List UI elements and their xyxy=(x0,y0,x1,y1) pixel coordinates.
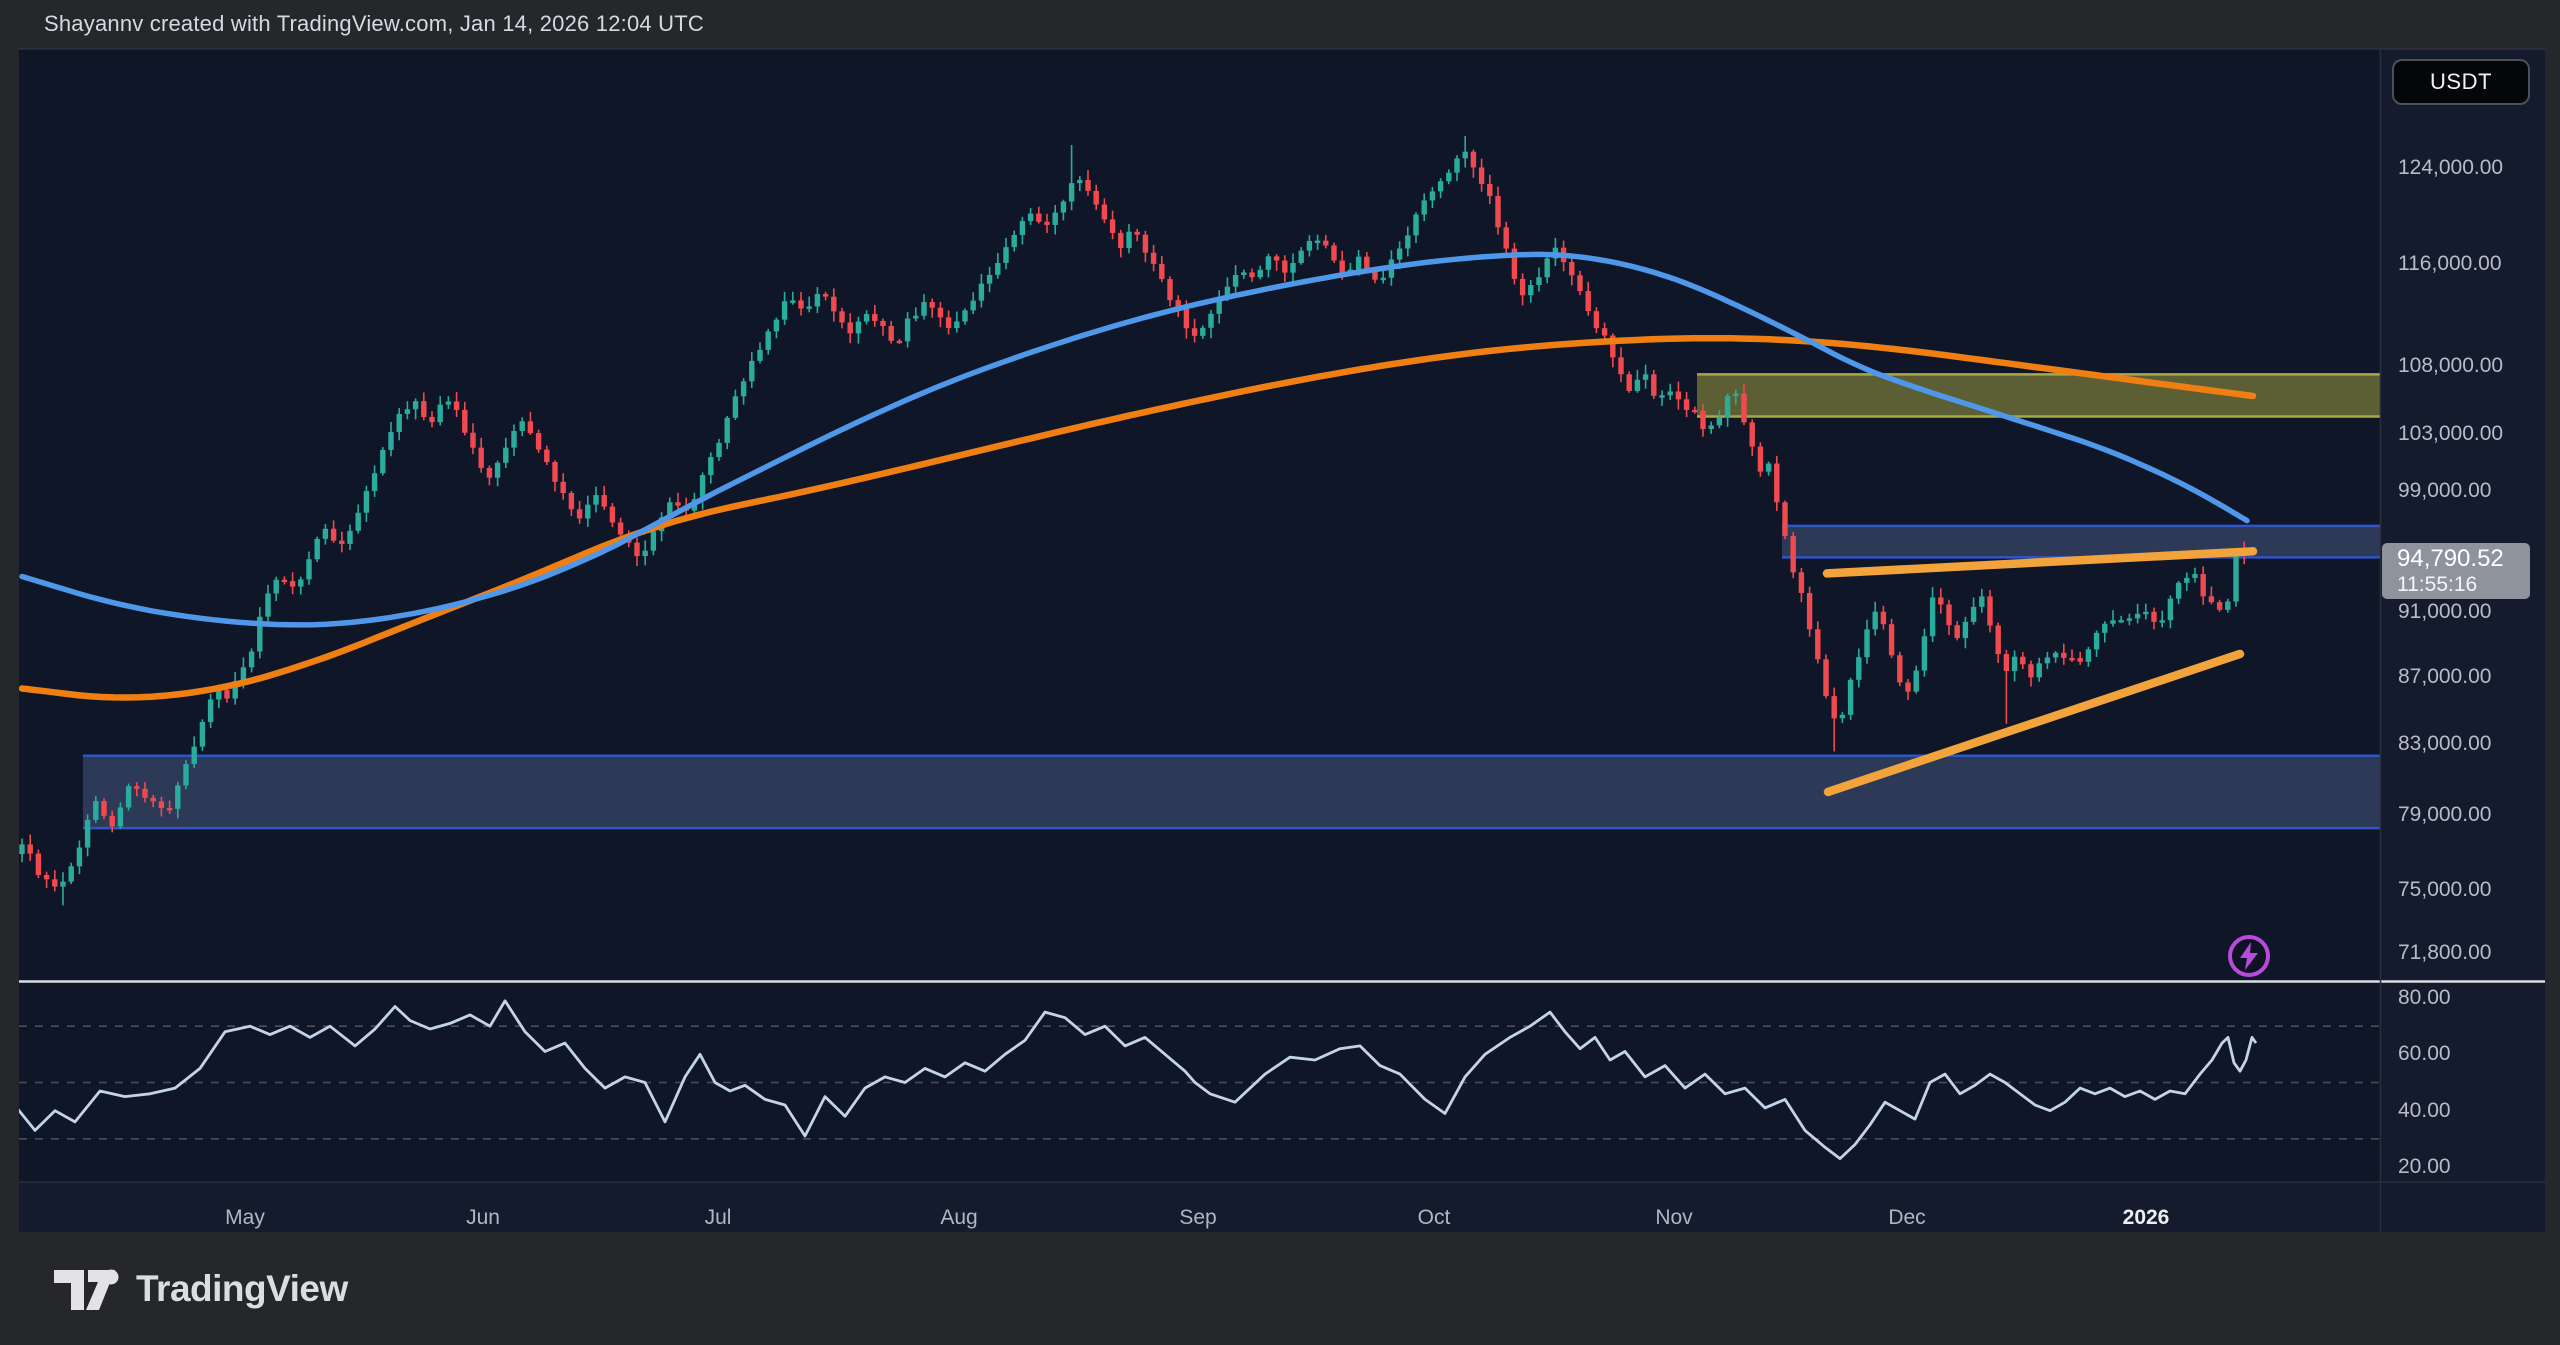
time-axis-label-2026: 2026 xyxy=(2123,1206,2170,1230)
footer-bar: TradingView xyxy=(0,1232,2560,1345)
time-axis-label-may: May xyxy=(225,1206,265,1230)
tradingview-logo[interactable]: TradingView xyxy=(0,1264,348,1314)
price-tick-label: 124,000.00 xyxy=(2398,156,2503,180)
rsi-tick-label: 80.00 xyxy=(2398,986,2451,1010)
supply-zone-olive[interactable] xyxy=(1697,374,2380,416)
rsi-tick-label: 60.00 xyxy=(2398,1042,2451,1066)
tradingview-logo-icon xyxy=(52,1264,120,1314)
resistance-zone-blue[interactable] xyxy=(1782,526,2380,558)
price-tick-label: 75,000.00 xyxy=(2398,878,2491,902)
rsi-tick-label: 20.00 xyxy=(2398,1155,2451,1179)
price-chart-svg[interactable] xyxy=(0,0,2560,1345)
price-tick-label: 79,000.00 xyxy=(2398,803,2491,827)
time-axis-label-sep: Sep xyxy=(1179,1206,1216,1230)
price-tick-label: 83,000.00 xyxy=(2398,732,2491,756)
last-price-value: 94,790.52 xyxy=(2397,546,2530,573)
time-axis-label-oct: Oct xyxy=(1418,1206,1451,1230)
price-tick-label: 99,000.00 xyxy=(2398,479,2491,503)
time-axis-label-nov: Nov xyxy=(1655,1206,1692,1230)
time-axis-label-jun: Jun xyxy=(466,1206,500,1230)
last-price-badge: 94,790.52 11:55:16 xyxy=(2382,543,2530,599)
price-tick-label: 91,000.00 xyxy=(2398,600,2491,624)
time-axis-label-jul: Jul xyxy=(705,1206,732,1230)
tradingview-screenshot: Shayannv created with TradingView.com, J… xyxy=(0,0,2560,1345)
price-tick-label: 103,000.00 xyxy=(2398,422,2503,446)
price-tick-label: 87,000.00 xyxy=(2398,665,2491,689)
lightning-bolt-icon[interactable] xyxy=(2228,935,2270,977)
tradingview-logo-text: TradingView xyxy=(136,1268,348,1310)
time-axis-label-dec: Dec xyxy=(1888,1206,1925,1230)
quote-currency-button[interactable]: USDT xyxy=(2392,59,2530,105)
support-zone-blue[interactable] xyxy=(83,756,2380,828)
candle-countdown: 11:55:16 xyxy=(2397,573,2530,597)
price-tick-label: 108,000.00 xyxy=(2398,354,2503,378)
time-axis-label-aug: Aug xyxy=(940,1206,977,1230)
price-tick-label: 71,800.00 xyxy=(2398,941,2491,965)
bolt-glyph xyxy=(2238,942,2260,970)
rsi-tick-label: 40.00 xyxy=(2398,1099,2451,1123)
price-tick-label: 116,000.00 xyxy=(2398,252,2502,276)
chart-widget-bg xyxy=(19,49,2545,1232)
